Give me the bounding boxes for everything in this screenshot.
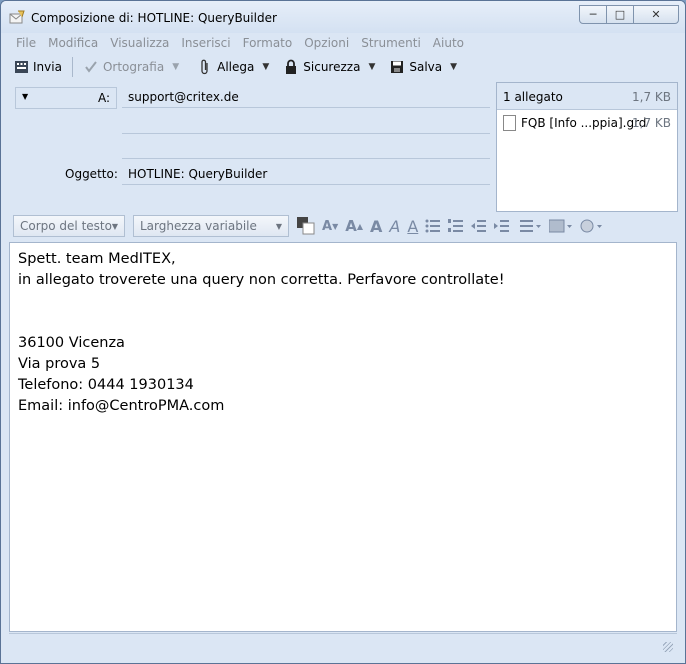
font-select[interactable]: Larghezza variabile ▼ [133, 215, 289, 237]
menu-modifica[interactable]: Modifica [48, 36, 98, 50]
compose-toolbar: Invia Ortografia ▼ Allega ▼ Sicurezza ▼ [9, 53, 677, 81]
attach-button[interactable]: Allega ▼ [193, 55, 273, 79]
lock-icon [283, 59, 299, 75]
checkmark-icon [83, 59, 99, 75]
attachment-pane-header[interactable]: 1 allegato 1,7 KB [497, 83, 677, 110]
menu-visualizza[interactable]: Visualizza [110, 36, 169, 50]
address-type-select[interactable]: ▼ A: [15, 87, 117, 109]
compose-window: Composizione di: HOTLINE: QueryBuilder ─… [0, 0, 686, 664]
body-line: in allegato troverete una query non corr… [18, 272, 505, 288]
bullet-list-icon[interactable] [425, 219, 441, 233]
italic-icon[interactable]: A [389, 217, 400, 236]
security-dropdown-icon[interactable]: ▼ [368, 62, 375, 72]
subject-label: Oggetto: [65, 167, 118, 181]
menu-file[interactable]: File [16, 36, 36, 50]
attach-label: Allega [217, 60, 255, 74]
numbered-list-icon[interactable] [448, 219, 464, 233]
resize-grip-icon[interactable] [663, 642, 673, 652]
spelling-label: Ortografia [102, 60, 165, 74]
close-button[interactable]: ✕ [633, 5, 679, 24]
attachment-total-size: 1,7 KB [632, 90, 671, 104]
smiley-icon[interactable] [580, 219, 604, 233]
attachment-size: 1,7 KB [632, 116, 671, 130]
paperclip-icon [197, 59, 213, 75]
attachment-pane: 1 allegato 1,7 KB FQB [Info ...ppia].grd… [496, 82, 678, 212]
underline-icon[interactable]: A [407, 217, 418, 236]
menu-aiuto[interactable]: Aiuto [433, 36, 464, 50]
to-value: support@critex.de [128, 90, 239, 104]
security-label: Sicurezza [303, 60, 361, 74]
floppy-disk-icon [389, 59, 405, 75]
body-line: Telefono: 0444 1930134 [18, 377, 194, 393]
save-label: Salva [409, 60, 443, 74]
maximize-button[interactable]: □ [606, 5, 634, 24]
send-label: Invia [33, 60, 62, 74]
menu-opzioni[interactable]: Opzioni [304, 36, 349, 50]
menu-formato[interactable]: Formato [243, 36, 293, 50]
file-icon [503, 115, 516, 131]
send-button[interactable]: Invia [9, 55, 66, 79]
font-value: Larghezza variabile [140, 219, 257, 233]
align-icon[interactable] [520, 219, 542, 233]
chevron-down-icon: ▼ [111, 222, 118, 231]
indent-icon[interactable] [494, 219, 510, 233]
security-button[interactable]: Sicurezza ▼ [279, 55, 379, 79]
send-icon [13, 59, 29, 75]
window-title: Composizione di: HOTLINE: QueryBuilder [31, 11, 277, 25]
recipient-field-empty[interactable] [122, 138, 490, 159]
menu-inserisci[interactable]: Inserisci [181, 36, 230, 50]
menu-bar: File Modifica Visualizza Inserisci Forma… [9, 33, 677, 53]
attachment-count: 1 allegato [503, 90, 563, 104]
body-line: Spett. team MedITEX, [18, 251, 176, 267]
toolbar-separator [71, 57, 73, 77]
text-color-icon[interactable] [297, 217, 315, 235]
subject-value: HOTLINE: QueryBuilder [128, 167, 268, 181]
address-header: ▼ A: support@critex.de Oggetto: HOTLINE:… [9, 81, 495, 211]
title-bar[interactable]: Composizione di: HOTLINE: QueryBuilder ─… [1, 1, 685, 33]
address-type-label: A: [97, 91, 110, 105]
save-button[interactable]: Salva ▼ [385, 55, 461, 79]
chevron-down-icon: ▼ [22, 92, 29, 101]
to-field[interactable]: support@critex.de [122, 87, 490, 108]
body-line: Via prova 5 [18, 356, 101, 372]
window-controls: ─ □ ✕ [579, 5, 679, 24]
minimize-button[interactable]: ─ [579, 5, 607, 24]
subject-field[interactable]: HOTLINE: QueryBuilder [122, 164, 490, 185]
outdent-icon[interactable] [471, 219, 487, 233]
attachment-item[interactable]: FQB [Info ...ppia].grd 1,7 KB [497, 112, 677, 134]
spelling-button[interactable]: Ortografia ▼ [79, 55, 183, 79]
compose-app-icon [9, 10, 25, 24]
paragraph-style-value: Corpo del testo [20, 219, 112, 233]
format-toolbar: Corpo del testo ▼ Larghezza variabile ▼ … [9, 212, 677, 240]
paragraph-style-select[interactable]: Corpo del testo ▼ [13, 215, 125, 237]
menu-strumenti[interactable]: Strumenti [361, 36, 421, 50]
body-line: 36100 Vicenza [18, 335, 125, 351]
message-body-editor[interactable]: Spett. team MedITEX, in allegato trovere… [9, 242, 677, 632]
bold-icon[interactable]: A [370, 217, 382, 236]
font-larger-icon[interactable]: A ▲ [345, 217, 363, 235]
insert-image-icon[interactable] [549, 219, 573, 233]
status-bar [9, 633, 677, 654]
attachment-name: FQB [Info ...ppia].grd [521, 116, 647, 130]
save-dropdown-icon[interactable]: ▼ [450, 62, 457, 72]
font-smaller-icon[interactable]: A ▼ [322, 219, 338, 234]
spelling-dropdown-icon[interactable]: ▼ [172, 62, 179, 72]
attach-dropdown-icon[interactable]: ▼ [262, 62, 269, 72]
chevron-down-icon: ▼ [275, 222, 282, 231]
recipient-field-empty[interactable] [122, 113, 490, 134]
body-line: Email: info@CentroPMA.com [18, 398, 225, 414]
